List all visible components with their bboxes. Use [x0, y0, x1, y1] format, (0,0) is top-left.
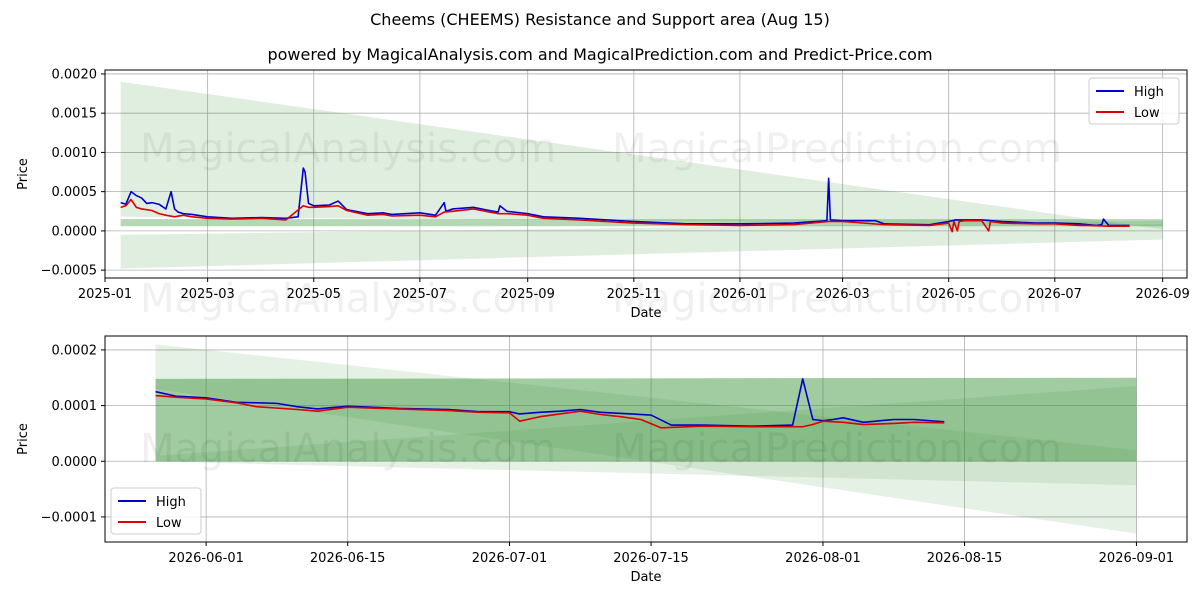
x-tick-label: 2026-03: [815, 287, 869, 302]
support-resistance-band: [120, 220, 1163, 269]
y-tick-label: 0.0002: [52, 343, 98, 358]
x-axis-label: Date: [630, 570, 661, 585]
y-tick-label: 0.0020: [52, 67, 98, 82]
x-axis-label: Date: [630, 306, 661, 321]
x-tick-label: 2025-11: [607, 287, 661, 302]
y-tick-label: 0.0001: [52, 399, 98, 414]
x-tick-label: 2025-05: [287, 287, 341, 302]
x-tick-label: 2026-05: [922, 287, 976, 302]
legend: High Low: [1088, 77, 1180, 125]
legend-label-low: Low: [156, 516, 182, 531]
bottom-chart-panel: MagicalAnalysis.com MagicalPrediction.com…: [16, 335, 1188, 585]
x-tick-label: 2025-01: [78, 287, 132, 302]
x-tick-label: 2025-03: [180, 287, 234, 302]
watermark-text: MagicalPrediction.com: [612, 426, 1062, 472]
legend-label-low: Low: [1134, 106, 1160, 121]
x-tick-label: 2025-09: [501, 287, 555, 302]
y-tick-label: −0.0005: [41, 264, 97, 279]
watermark-text: MagicalAnalysis.com: [140, 426, 556, 472]
y-axis-label: Price: [16, 158, 31, 190]
x-tick-label: 2026-01: [713, 287, 767, 302]
y-tick-label: 0.0000: [52, 455, 98, 470]
x-tick-label: 2026-08-15: [927, 551, 1003, 566]
y-tick-label: 0.0010: [52, 146, 98, 161]
top-chart-panel: MagicalAnalysis.com MagicalPrediction.com…: [16, 67, 1190, 322]
x-tick-label: 2026-07: [1028, 287, 1082, 302]
legend-label-high: High: [1134, 85, 1164, 100]
charts-canvas: MagicalAnalysis.com MagicalPrediction.com…: [16, 67, 1190, 585]
x-tick-label: 2026-09-01: [1099, 551, 1175, 566]
x-tick-label: 2026-09: [1135, 287, 1189, 302]
x-tick-label: 2026-06-01: [168, 551, 244, 566]
y-tick-label: 0.0015: [52, 107, 98, 122]
y-tick-label: −0.0001: [41, 510, 97, 525]
x-tick-label: 2026-07-15: [613, 551, 689, 566]
x-tick-label: 2026-06-15: [310, 551, 386, 566]
y-tick-label: 0.0000: [52, 224, 98, 239]
legend: High Low: [110, 487, 202, 535]
legend-label-high: High: [156, 495, 186, 510]
x-tick-label: 2025-07: [393, 287, 447, 302]
plot-area: [120, 81, 1163, 269]
y-tick-label: 0.0005: [52, 185, 98, 200]
x-tick-label: 2026-08-01: [785, 551, 861, 566]
y-axis-label: Price: [16, 423, 31, 455]
watermark-text: MagicalPrediction.com: [612, 126, 1062, 172]
watermark-text: MagicalAnalysis.com: [140, 126, 556, 172]
x-tick-label: 2026-07-01: [472, 551, 548, 566]
